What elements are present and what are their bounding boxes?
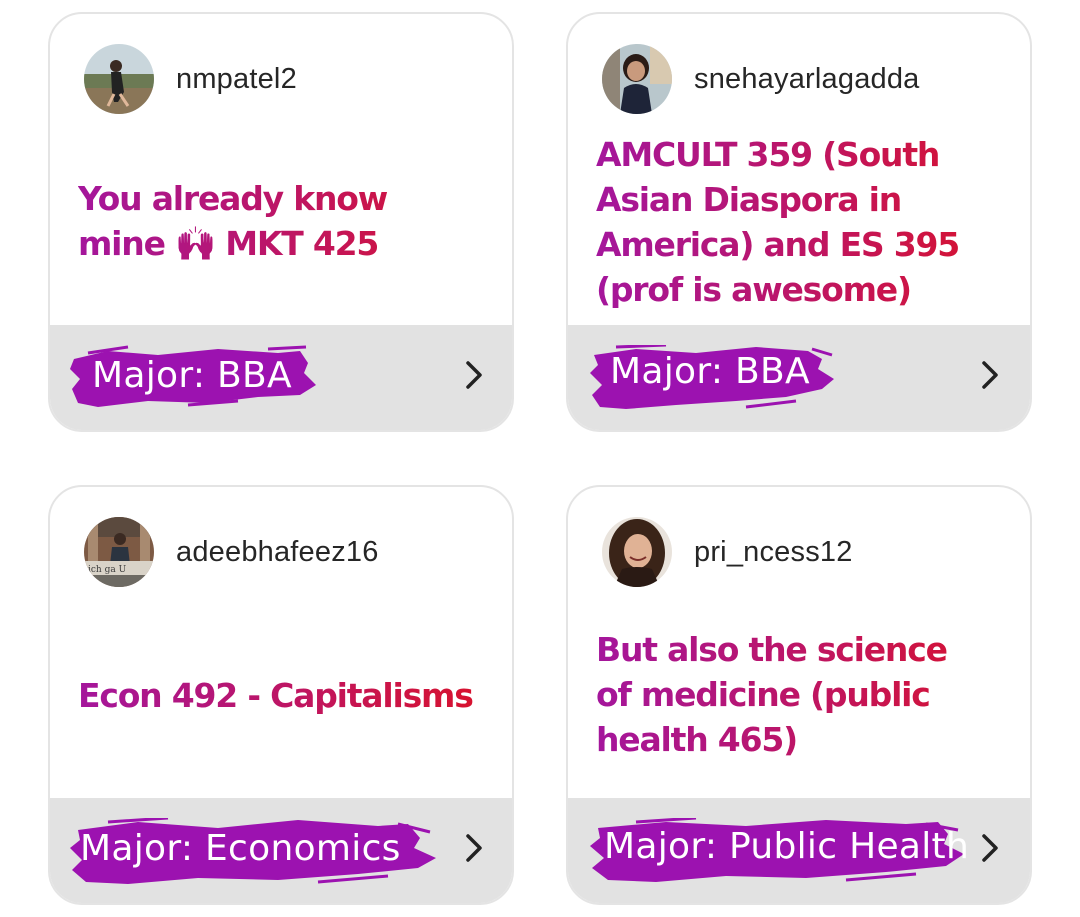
chevron-right-icon[interactable] <box>970 355 1010 395</box>
avatar[interactable] <box>602 517 672 587</box>
post-text: Econ 492 - Capitalisms <box>78 673 488 718</box>
username[interactable]: snehayarlagadda <box>694 63 920 96</box>
avatar[interactable]: ich ga U <box>84 517 154 587</box>
post-card[interactable]: pri_ncess12 But also the science of medi… <box>566 485 1032 905</box>
post-card[interactable]: ich ga U adeebhafeez16 Econ 492 - Capita… <box>48 485 514 905</box>
avatar-caption: ich ga U <box>88 565 127 575</box>
username[interactable]: nmpatel2 <box>176 63 297 96</box>
major-label: Major: BBA <box>92 355 292 396</box>
chevron-right-icon[interactable] <box>454 828 494 868</box>
chevron-right-icon[interactable] <box>454 355 494 395</box>
post-text: But also the science of medicine (public… <box>596 627 1006 762</box>
major-label: Major: BBA <box>610 351 810 392</box>
username[interactable]: adeebhafeez16 <box>176 536 379 569</box>
post-footer[interactable]: Major: Economics <box>50 798 512 903</box>
major-label: Major: Economics <box>80 828 401 869</box>
post-footer[interactable]: Major: BBA <box>568 325 1030 430</box>
post-footer[interactable]: Major: BBA <box>50 325 512 430</box>
post-text: You already know mine 🙌 MKT 425 <box>78 176 488 266</box>
chevron-right-icon[interactable] <box>970 828 1010 868</box>
avatar[interactable] <box>84 44 154 114</box>
post-card[interactable]: snehayarlagadda AMCULT 359 (South Asian … <box>566 12 1032 432</box>
post-text: AMCULT 359 (South Asian Diaspora in Amer… <box>596 132 1006 312</box>
post-header: snehayarlagadda <box>602 44 920 114</box>
post-header: nmpatel2 <box>84 44 297 114</box>
post-card[interactable]: nmpatel2 You already know mine 🙌 MKT 425… <box>48 12 514 432</box>
avatar[interactable] <box>602 44 672 114</box>
major-label: Major: Public Health <box>604 826 970 867</box>
post-header: pri_ncess12 <box>602 517 853 587</box>
post-header: ich ga U adeebhafeez16 <box>84 517 379 587</box>
post-footer[interactable]: Major: Public Health <box>568 798 1030 903</box>
username[interactable]: pri_ncess12 <box>694 536 853 569</box>
